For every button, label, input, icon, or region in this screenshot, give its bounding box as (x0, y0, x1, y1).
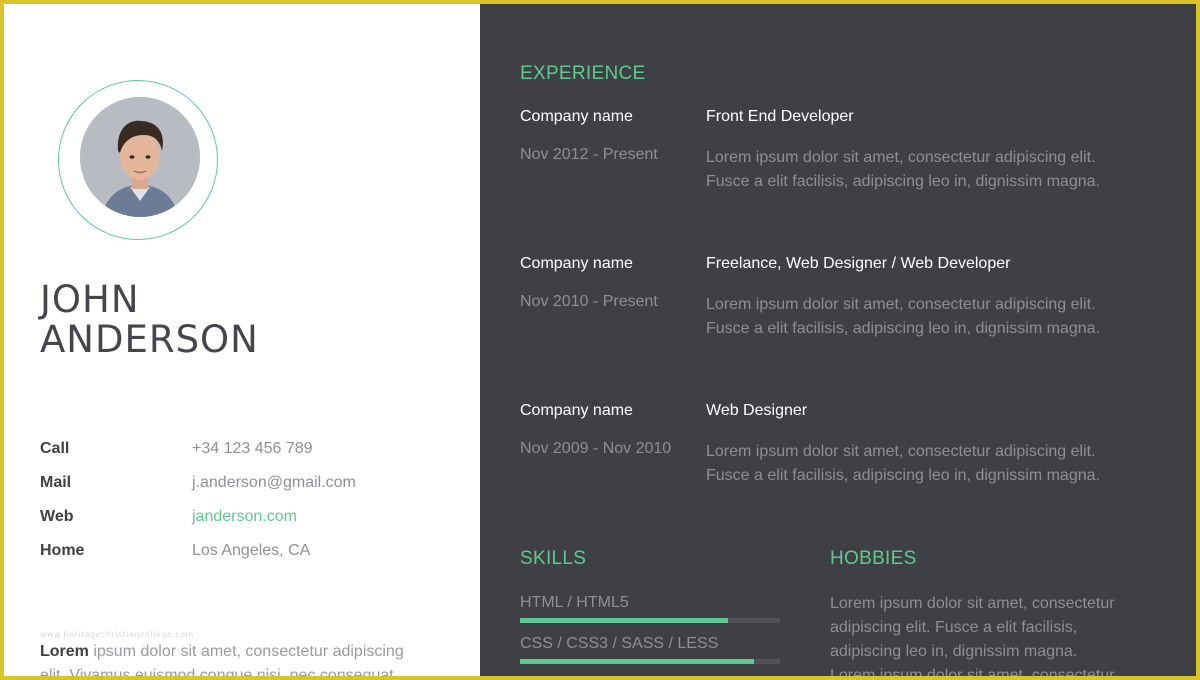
resume-frame: JOHN ANDERSON Call +34 123 456 789 Mail … (0, 0, 1200, 680)
job-description-line: Fusce a elit facilisis, adipiscing leo i… (706, 320, 1100, 337)
skill-item: HTML / HTML5 (520, 592, 780, 623)
experience-body: Nov 2009 - Nov 2010 Lorem ipsum dolor si… (520, 440, 1160, 488)
first-name: JOHN (40, 278, 140, 321)
job-dates: Nov 2010 - Present (520, 293, 658, 310)
hobbies-line: Lorem ipsum dolor sit amet, consectetur (830, 667, 1115, 680)
experience-header: Company name Web Designer (520, 402, 1160, 420)
website-link[interactable]: janderson.com (192, 508, 297, 526)
hobbies-title: HOBBIES (830, 548, 917, 569)
job-description-line: Lorem ipsum dolor sit amet, consectetur … (706, 443, 1096, 460)
contact-label: Home (40, 542, 85, 559)
experience-item: Company name Web Designer Nov 2009 - Nov… (520, 402, 1160, 488)
hobbies-line: adipiscing elit. Fusce a elit facilisis, (830, 619, 1078, 636)
about-text: Lorem ipsum dolor sit amet, consectetur … (40, 640, 430, 680)
about-body: ipsum dolor sit amet, consectetur adipis… (40, 643, 404, 680)
last-name: ANDERSON (40, 318, 259, 361)
full-name: JOHN ANDERSON (40, 280, 460, 360)
skill-bar (520, 659, 780, 664)
skill-label: CSS / CSS3 / SASS / LESS (520, 635, 719, 652)
left-column: JOHN ANDERSON Call +34 123 456 789 Mail … (4, 4, 480, 680)
avatar (80, 97, 200, 217)
experience-item: Company name Freelance, Web Designer / W… (520, 255, 1160, 341)
contact-label: Call (40, 440, 70, 457)
job-description-line: Fusce a elit facilisis, adipiscing leo i… (706, 467, 1100, 484)
job-dates: Nov 2009 - Nov 2010 (520, 440, 672, 457)
right-column: EXPERIENCE Company name Front End Develo… (480, 4, 1196, 680)
experience-body: Nov 2012 - Present Lorem ipsum dolor sit… (520, 146, 1160, 194)
phone-number: +34 123 456 789 (192, 440, 313, 457)
experience-header: Company name Freelance, Web Designer / W… (520, 255, 1160, 273)
job-description-line: Lorem ipsum dolor sit amet, consectetur … (706, 296, 1096, 313)
experience-item: Company name Front End Developer Nov 201… (520, 108, 1160, 194)
job-description: Lorem ipsum dolor sit amet, consectetur … (706, 440, 1116, 488)
person-photo-icon (80, 97, 200, 217)
skills-list: HTML / HTML5 CSS / CSS3 / SASS / LESS (520, 592, 780, 674)
company-name: Company name (520, 108, 633, 125)
skill-item: CSS / CSS3 / SASS / LESS (520, 633, 780, 664)
about-lead: Lorem (40, 643, 89, 660)
job-description-line: Fusce a elit facilisis, adipiscing leo i… (706, 173, 1100, 190)
experience-header: Company name Front End Developer (520, 108, 1160, 126)
contact-call: Call +34 123 456 789 (40, 432, 460, 466)
contact-label: Mail (40, 474, 72, 491)
company-name: Company name (520, 402, 633, 419)
skill-bar-fill (520, 659, 754, 664)
hobbies-line: adipiscing leo in, dignissim magna. (830, 643, 1078, 660)
skill-label: HTML / HTML5 (520, 594, 629, 611)
hobbies-text: Lorem ipsum dolor sit amet, consectetur … (830, 592, 1140, 680)
experience-body: Nov 2010 - Present Lorem ipsum dolor sit… (520, 293, 1160, 341)
skill-bar-fill (520, 618, 728, 623)
job-dates: Nov 2012 - Present (520, 146, 658, 163)
skill-bar (520, 618, 780, 623)
job-role: Freelance, Web Designer / Web Developer (706, 255, 1011, 272)
watermark: www.heritagechristiancollege.com (40, 630, 194, 639)
contact-home: Home Los Angeles, CA (40, 534, 460, 568)
skills-title: SKILLS (520, 548, 587, 569)
job-description: Lorem ipsum dolor sit amet, consectetur … (706, 146, 1116, 194)
company-name: Company name (520, 255, 633, 272)
contact-web: Web janderson.com (40, 500, 460, 534)
contact-list: Call +34 123 456 789 Mail j.anderson@gma… (40, 432, 460, 568)
job-role: Web Designer (706, 402, 808, 419)
contact-label: Web (40, 508, 74, 525)
job-role: Front End Developer (706, 108, 854, 125)
home-location: Los Angeles, CA (192, 542, 311, 559)
job-description: Lorem ipsum dolor sit amet, consectetur … (706, 293, 1116, 341)
experience-title: EXPERIENCE (520, 63, 646, 84)
email-address: j.anderson@gmail.com (192, 474, 356, 491)
job-description-line: Lorem ipsum dolor sit amet, consectetur … (706, 149, 1096, 166)
hobbies-line: Lorem ipsum dolor sit amet, consectetur (830, 595, 1115, 612)
contact-mail: Mail j.anderson@gmail.com (40, 466, 460, 500)
